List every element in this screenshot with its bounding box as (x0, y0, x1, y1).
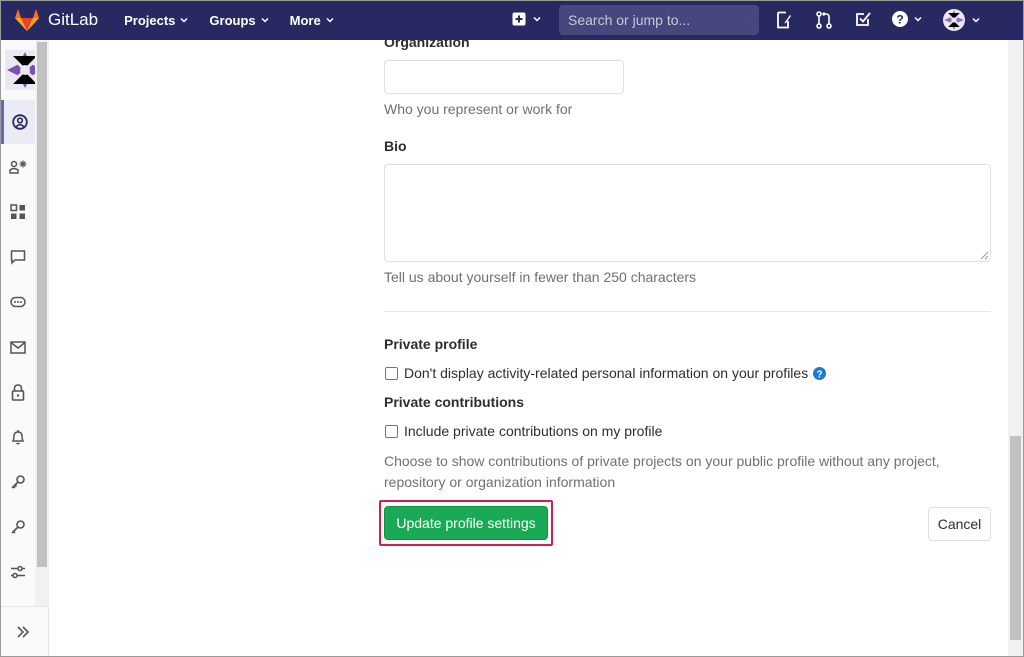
bio-help: Tell us about yourself in fewer than 250… (384, 269, 697, 285)
sidebar-item-preferences[interactable] (1, 550, 35, 594)
password-icon (11, 383, 25, 401)
private-profile-checkbox-label[interactable]: Don't display activity-related personal … (404, 365, 808, 381)
gitlab-logo-icon (15, 9, 39, 31)
question-circle-icon[interactable]: ? (813, 366, 827, 380)
plus-square-icon (512, 12, 526, 26)
profile-settings-form: Organization Who you represent or work f… (50, 40, 1008, 656)
private-contributions-help: Choose to show contributions of private … (384, 453, 940, 490)
emails-icon (10, 340, 26, 354)
merge-requests-icon[interactable] (815, 11, 833, 29)
chevron-double-right-icon (17, 625, 30, 638)
private-contributions-checkbox-label[interactable]: Include private contributions on my prof… (404, 423, 662, 439)
section-divider (384, 311, 991, 312)
organization-help: Who you represent or work for (384, 101, 573, 117)
chevron-down-icon (914, 16, 922, 22)
nav-projects[interactable]: Projects (124, 13, 189, 28)
private-profile-row: Don't display activity-related personal … (385, 365, 827, 381)
sidebar-scrollbar-thumb[interactable] (37, 42, 47, 567)
notifications-icon (11, 430, 25, 445)
chevron-down-icon (972, 17, 980, 23)
chevron-down-icon (180, 17, 188, 23)
private-contributions-checkbox[interactable] (385, 424, 398, 438)
sidebar-item-ssh-keys[interactable] (1, 460, 35, 504)
nav-groups-label: Groups (209, 12, 256, 28)
todos-icon[interactable] (855, 11, 871, 27)
chevron-down-icon (261, 17, 269, 23)
organization-input[interactable] (384, 60, 624, 94)
account-icon (9, 160, 27, 174)
gpg-keys-icon (11, 520, 25, 534)
search-box[interactable] (559, 5, 759, 35)
access-tokens-icon (10, 296, 26, 308)
page-scrollbar[interactable] (1008, 40, 1023, 656)
private-profile-checkbox[interactable] (385, 366, 398, 380)
sidebar-item-access-tokens[interactable] (1, 280, 35, 324)
brand-name: GitLab (48, 10, 99, 29)
private-contributions-row: Include private contributions on my prof… (385, 423, 662, 439)
help-dropdown-button[interactable]: ? (892, 11, 923, 27)
help-circle-icon: ? (892, 11, 908, 27)
sidebar-item-notifications[interactable] (1, 415, 35, 459)
chevron-down-icon (326, 17, 334, 23)
nav-more[interactable]: More (290, 13, 335, 28)
organization-label: Organization (384, 40, 470, 50)
sidebar-item-applications[interactable] (1, 190, 35, 234)
avatar (5, 50, 35, 90)
top-navbar: GitLab Projects Groups More Search or ju… (0, 0, 1024, 40)
page-scrollbar-thumb[interactable] (1010, 436, 1021, 640)
chat-icon (10, 250, 26, 265)
chevron-down-icon (533, 16, 541, 22)
sidebar-item-chat[interactable] (1, 235, 35, 279)
sidebar-avatar[interactable] (5, 50, 35, 90)
resize-handle-icon[interactable] (980, 251, 989, 260)
update-profile-button[interactable]: Update profile settings (384, 506, 548, 540)
bio-label: Bio (384, 138, 407, 154)
svg-text:?: ? (817, 369, 823, 380)
preferences-icon (11, 565, 25, 579)
gitlab-brand[interactable]: GitLab (14, 8, 98, 32)
sidebar-item-profile[interactable] (1, 100, 35, 144)
applications-icon (10, 204, 25, 219)
nav-menu: Projects Groups More (124, 13, 335, 28)
private-profile-label: Private profile (384, 336, 478, 352)
nav-groups[interactable]: Groups (209, 13, 269, 28)
user-menu-button[interactable] (943, 9, 981, 31)
nav-projects-label: Projects (124, 12, 176, 28)
ssh-keys-icon (11, 475, 25, 489)
sidebar-scrollbar[interactable] (35, 40, 49, 606)
nav-more-label: More (289, 12, 321, 28)
cancel-button[interactable]: Cancel (928, 507, 991, 541)
collapse-sidebar-button[interactable] (1, 606, 49, 656)
bio-textarea[interactable] (384, 164, 991, 262)
profile-icon (11, 114, 28, 130)
search-icon (749, 19, 750, 21)
sidebar-item-gpg-keys[interactable] (1, 505, 35, 549)
sidebar-item-account[interactable] (1, 145, 35, 189)
sidebar-item-emails[interactable] (1, 325, 35, 369)
sidebar-item-password[interactable] (1, 370, 35, 414)
issues-icon[interactable] (776, 11, 792, 29)
search-input[interactable] (568, 12, 749, 28)
settings-sidebar (1, 40, 49, 656)
new-dropdown-button[interactable] (512, 12, 542, 26)
private-contributions-label: Private contributions (384, 394, 525, 410)
svg-text:?: ? (896, 13, 903, 27)
avatar (943, 9, 965, 31)
